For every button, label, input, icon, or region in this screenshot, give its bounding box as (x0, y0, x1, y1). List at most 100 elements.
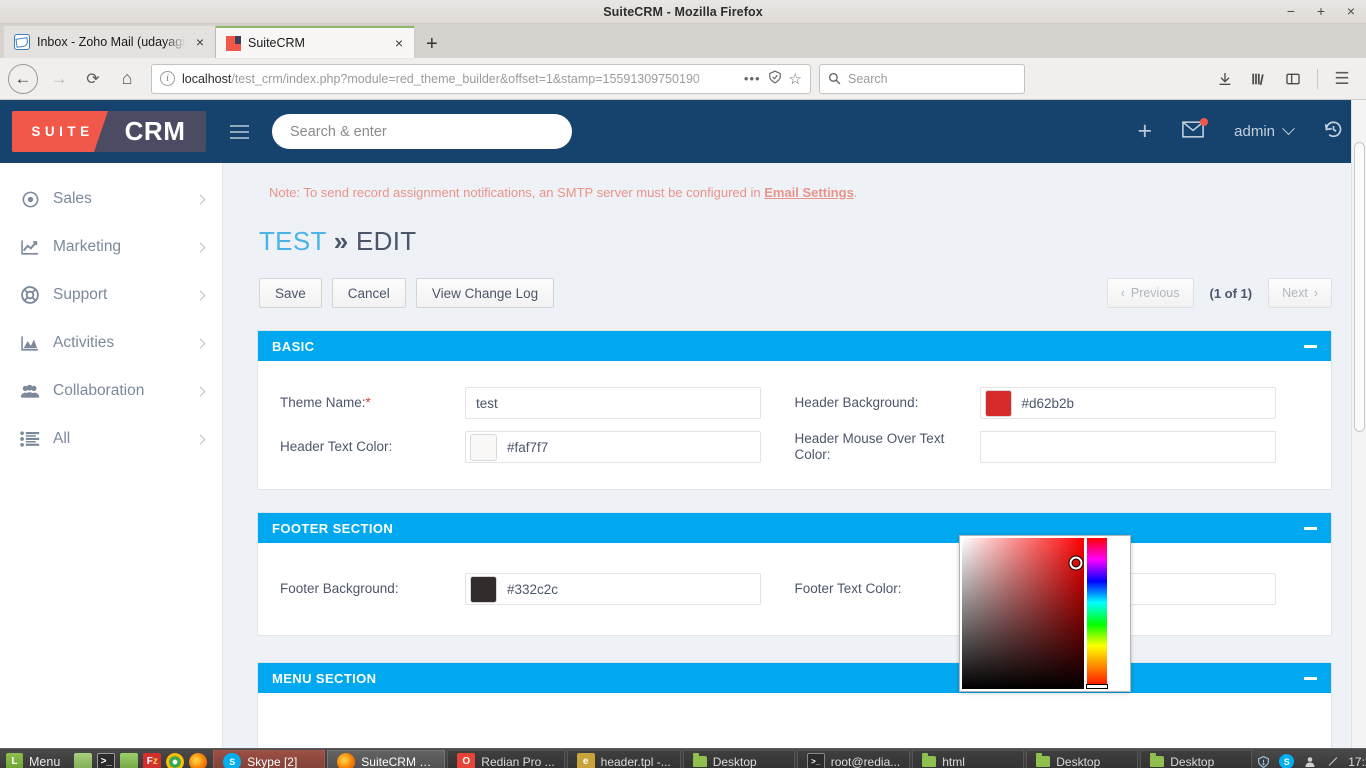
browser-tab-suitecrm[interactable]: SuiteCRM × (216, 26, 414, 58)
close-button[interactable]: × (1344, 4, 1358, 19)
library-icon[interactable] (1243, 63, 1275, 95)
page-scrollbar[interactable] (1351, 100, 1366, 748)
close-icon[interactable]: × (392, 35, 406, 51)
back-icon[interactable]: ← (8, 63, 38, 94)
sidebar-item-support[interactable]: Support (0, 271, 222, 319)
maximize-button[interactable]: + (1314, 4, 1328, 19)
chevron-right-icon (195, 386, 206, 396)
page-info-icon[interactable]: i (160, 71, 175, 86)
minimize-button[interactable]: − (1284, 4, 1298, 19)
field-value: #d62b2b (1021, 395, 1075, 411)
filezilla-icon[interactable]: Fz (143, 752, 162, 768)
navbar-right-icons: ☰ (1209, 63, 1358, 95)
view-change-log-button[interactable]: View Change Log (415, 278, 555, 308)
color-swatch[interactable] (470, 575, 497, 603)
sidebar-item-collaboration[interactable]: Collaboration (0, 367, 222, 415)
show-desktop-icon[interactable] (74, 752, 93, 768)
panel-footer-header[interactable]: FOOTER SECTION (258, 513, 1331, 543)
task-desktop-2[interactable]: Desktop (1026, 749, 1139, 768)
color-swatch[interactable] (984, 389, 1012, 417)
user-menu[interactable]: admin (1234, 122, 1295, 140)
task-header-tpl[interactable]: e header.tpl -... (566, 749, 681, 768)
task-suitecrm[interactable]: SuiteCRM - ... (327, 749, 446, 768)
breadcrumb-record[interactable]: TEST (259, 226, 326, 256)
close-icon[interactable]: × (193, 34, 207, 50)
minus-icon[interactable] (1304, 344, 1317, 348)
downloads-icon[interactable] (1209, 63, 1241, 95)
footer-background-input[interactable]: #332c2c (465, 573, 761, 605)
minus-icon[interactable] (1304, 526, 1317, 530)
color-picker-popup[interactable] (959, 535, 1131, 692)
suitecrm-favicon (226, 35, 241, 51)
user-icon[interactable] (1302, 754, 1317, 768)
menu-toggle-icon[interactable] (230, 124, 249, 139)
panel-menu-header[interactable]: MENU SECTION (258, 663, 1331, 693)
task-desktop-1[interactable]: Desktop (682, 749, 795, 768)
header-mouse-over-text-color-input[interactable] (979, 431, 1276, 463)
previous-button[interactable]: ‹ Previous (1106, 278, 1194, 308)
window-controls: − + × (1284, 0, 1358, 24)
color-picker-hue-slider[interactable] (1086, 538, 1108, 689)
color-picker-saturation-area[interactable] (962, 538, 1084, 689)
page-actions-icon[interactable]: ••• (744, 71, 761, 86)
start-menu-button[interactable]: L Menu (2, 753, 68, 768)
minus-icon[interactable] (1304, 676, 1317, 680)
hue-slider-handle[interactable] (1086, 684, 1108, 689)
header-text-color-input[interactable]: #faf7f7 (465, 431, 761, 463)
shield-icon[interactable] (1256, 754, 1271, 768)
reload-icon[interactable]: ⟳ (77, 63, 109, 95)
sidebar-icon[interactable] (1277, 63, 1309, 95)
files-icon[interactable] (120, 752, 139, 768)
skype-tray-icon[interactable]: S (1279, 754, 1295, 768)
notifications-envelope-icon[interactable] (1182, 117, 1209, 143)
sidebar-item-sales[interactable]: Sales (0, 175, 222, 223)
browser-search-bar[interactable]: Search (819, 63, 1025, 94)
field-label: Footer Text Color: (794, 581, 902, 597)
field-label: Header Mouse Over Text Color: (794, 431, 945, 462)
tracking-protection-icon[interactable] (768, 70, 782, 87)
panel-menu-section: MENU SECTION (257, 662, 1332, 748)
cancel-button[interactable]: Cancel (331, 278, 406, 308)
color-picker-handle[interactable] (1069, 556, 1083, 570)
hamburger-menu-icon[interactable]: ☰ (1326, 63, 1358, 95)
panel-basic-header[interactable]: BASIC (258, 331, 1331, 361)
firefox-icon[interactable] (189, 752, 208, 768)
task-label: Skype [2] (247, 754, 298, 768)
color-swatch[interactable] (470, 433, 497, 461)
home-icon[interactable]: ⌂ (111, 63, 143, 95)
new-tab-button[interactable]: + (414, 34, 450, 58)
tab-label: SuiteCRM (248, 36, 305, 50)
terminal-icon[interactable]: >_ (97, 752, 116, 768)
taskbar-clock: 17:26 (1348, 754, 1366, 768)
sidebar-item-marketing[interactable]: Marketing (0, 223, 222, 271)
chrome-icon: O (457, 752, 476, 768)
next-button[interactable]: Next › (1268, 278, 1332, 308)
bookmark-star-icon[interactable]: ☆ (789, 70, 802, 88)
folder-icon (1036, 753, 1051, 767)
history-icon[interactable] (1323, 119, 1344, 145)
header-background-input[interactable]: #d62b2b (979, 387, 1276, 419)
crm-search-input[interactable]: Search & enter (272, 114, 572, 149)
task-skype[interactable]: S Skype [2] (213, 749, 326, 768)
browser-tab-zoho-mail[interactable]: Inbox - Zoho Mail (udayagiri.n × (4, 26, 216, 58)
sidebar-item-all[interactable]: All (0, 415, 222, 463)
page-scrollbar-thumb[interactable] (1354, 142, 1365, 432)
task-redian-pro[interactable]: O Redian Pro ... (447, 749, 565, 768)
panel-basic-left-column: Theme Name:* test Header Text Color: #fa… (280, 387, 795, 463)
task-desktop-3[interactable]: Desktop (1140, 749, 1253, 768)
chevron-right-icon (195, 338, 206, 348)
pencil-icon[interactable] (1325, 754, 1340, 768)
quick-create-plus-icon[interactable]: + (1138, 119, 1153, 144)
suitecrm-logo[interactable]: SUITE CRM (12, 111, 206, 152)
task-root-terminal[interactable]: >_ root@redia... (796, 749, 911, 768)
chrome-icon[interactable] (166, 752, 185, 768)
mountain-chart-icon (20, 333, 40, 353)
email-settings-link[interactable]: Email Settings (764, 185, 854, 200)
theme-name-input[interactable]: test (465, 387, 761, 419)
save-button[interactable]: Save (259, 278, 322, 308)
required-marker: * (365, 395, 371, 411)
url-bar[interactable]: i localhost/test_crm/index.php?module=re… (151, 63, 811, 94)
sidebar-item-activities[interactable]: Activities (0, 319, 222, 367)
task-html[interactable]: html (912, 749, 1025, 768)
editor-icon: e (576, 752, 595, 768)
